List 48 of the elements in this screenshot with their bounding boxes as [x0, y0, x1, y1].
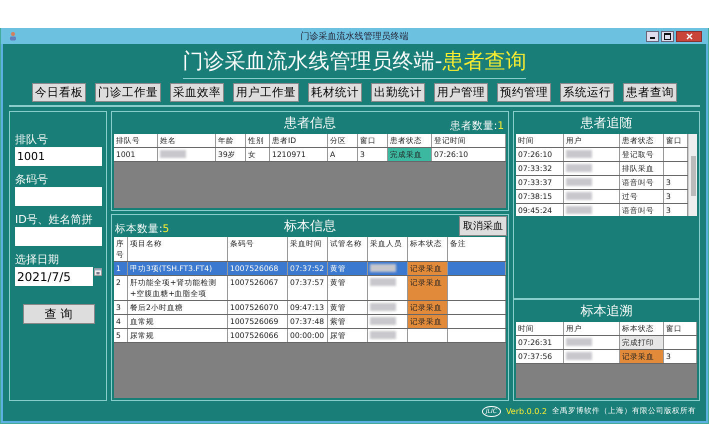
app-title: 门诊采血流水线管理员终端-患者查询	[182, 44, 526, 79]
blurred-name	[566, 206, 592, 214]
patient-count: 患者数量:1	[450, 119, 504, 133]
version-text: Verb.0.0.2	[506, 406, 547, 416]
nav-button[interactable]: 今日看板	[32, 83, 86, 102]
input-field[interactable]	[15, 187, 102, 206]
blurred-name	[370, 264, 396, 272]
minimize-icon[interactable]	[646, 30, 659, 42]
blurred-name	[370, 331, 396, 339]
section-title: 患者信息	[284, 115, 336, 132]
person-icon	[9, 31, 17, 41]
blurred-name	[370, 303, 396, 311]
blurred-name	[566, 164, 592, 172]
blurred-name	[566, 178, 592, 186]
nav-button[interactable]: 出勤统计	[371, 83, 425, 102]
section-title: 标本追溯	[580, 303, 632, 320]
nav-button[interactable]: 门诊工作量	[95, 83, 161, 102]
blurred-name	[370, 278, 396, 286]
nav-button[interactable]: 患者查询	[623, 83, 677, 102]
blurred-name	[566, 338, 592, 346]
blurred-name	[566, 192, 592, 200]
field-label: 条码号	[15, 172, 48, 187]
nav-button[interactable]: 预约管理	[497, 83, 551, 102]
blurred-name	[566, 352, 592, 360]
section-title: 标本信息	[284, 218, 336, 235]
scrollbar[interactable]	[688, 134, 697, 216]
field-label: 排队号	[15, 132, 48, 147]
date-field[interactable]: 2021/7/5	[15, 267, 93, 286]
cancel-button[interactable]: 取消采血	[459, 216, 507, 236]
blurred-name	[160, 150, 186, 158]
maximize-icon[interactable]	[661, 30, 674, 42]
input-field[interactable]	[15, 227, 102, 246]
field-label: 选择日期	[15, 252, 59, 267]
nav-button[interactable]: 用户工作量	[233, 83, 299, 102]
specimen-count: 标本数量:5	[115, 222, 170, 236]
section-title: 患者追随	[580, 115, 632, 132]
nav-button[interactable]: 耗材统计	[308, 83, 362, 102]
field-label: ID号、姓名简拼	[15, 212, 93, 227]
blurred-name	[566, 150, 592, 158]
calendar-icon[interactable]	[94, 267, 102, 277]
input-field[interactable]: 1001	[15, 147, 102, 166]
nav-button[interactable]: 用户管理	[434, 83, 488, 102]
query-button[interactable]: 查 询	[22, 304, 94, 324]
nav-button[interactable]: 系统运行	[560, 83, 614, 102]
window-title: 门诊采血流水线管理员终端	[300, 30, 408, 42]
close-icon[interactable]	[676, 30, 702, 42]
blurred-name	[370, 317, 396, 325]
nav-button[interactable]: 采血效率	[170, 83, 224, 102]
